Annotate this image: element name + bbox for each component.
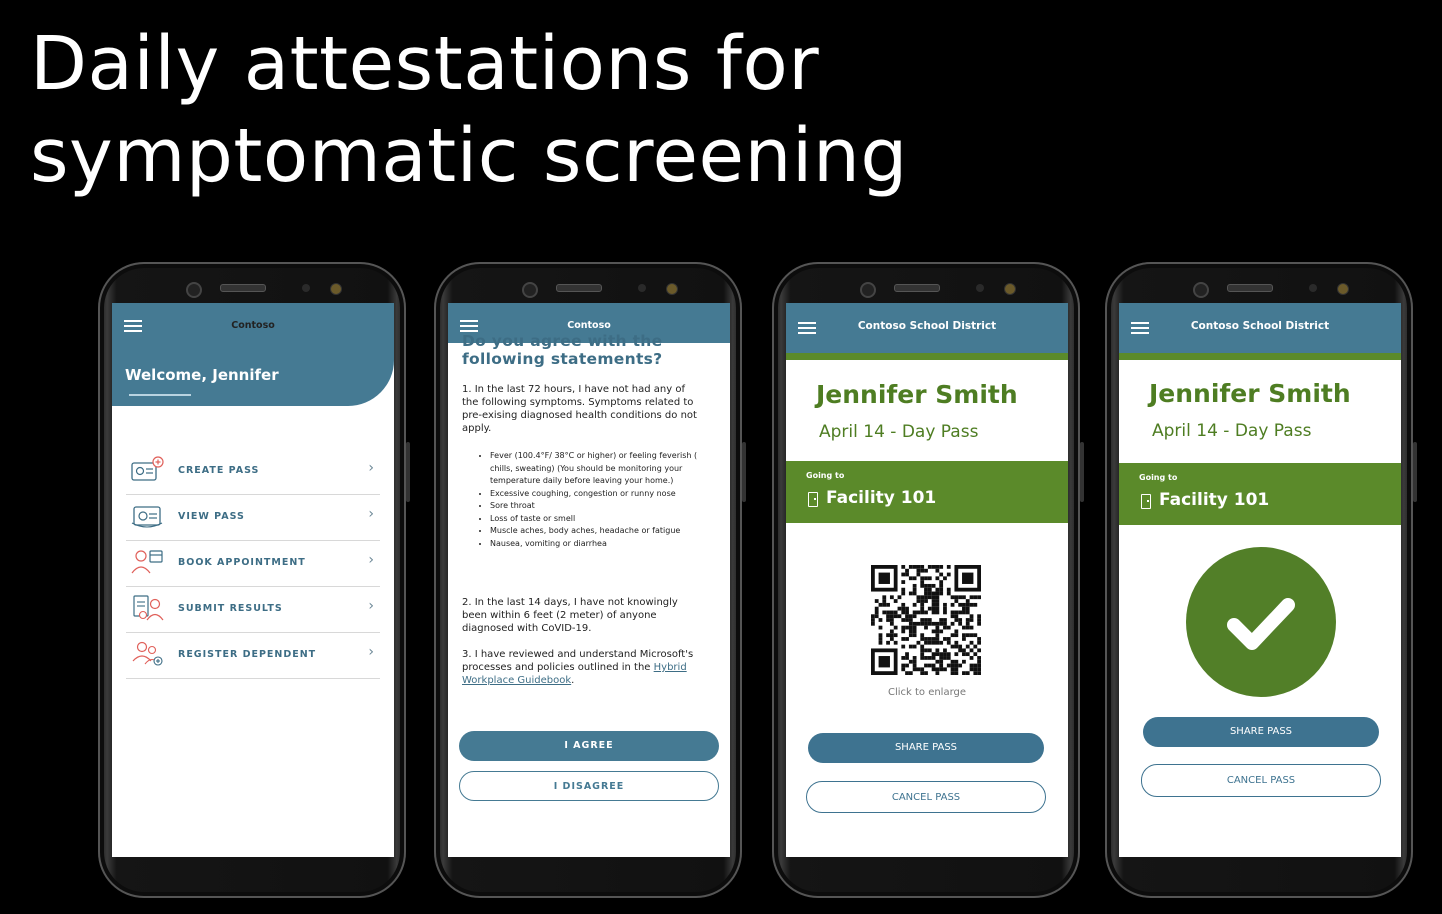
app-title: Contoso School District [1190,320,1330,332]
side-button[interactable] [742,442,746,502]
door-icon [808,492,818,507]
chevron-right-icon: › [368,644,374,660]
earpiece [556,284,602,292]
app-bar: Contoso School District [786,303,1068,353]
app-title: Contoso [231,320,275,331]
statement-3-end: . [571,675,575,686]
chevron-right-icon: › [368,598,374,614]
attestation-screen: Contoso Do you agree with the following … [448,303,730,857]
pass-holder-name: Jennifer Smith [816,380,1018,409]
header-accent [786,353,1068,360]
sensor [976,284,984,292]
menu-item-label: REGISTER DEPENDENT [178,649,317,660]
front-camera [1193,282,1209,298]
symptom-item: Nausea, vomiting or diarrhea [490,538,716,551]
menu-item-label: CREATE PASS [178,465,260,476]
menu-item-register-dependent[interactable]: REGISTER DEPENDENT › [126,633,380,679]
share-pass-button[interactable]: SHARE PASS [1143,717,1379,747]
statement-2: 2. In the last 14 days, I have not knowi… [462,597,678,634]
destination-band: Going to Facility 101 [786,461,1068,523]
earpiece [220,284,266,292]
front-camera [186,282,202,298]
menu-item-label: VIEW PASS [178,511,245,522]
app-title: Contoso School District [857,320,997,332]
front-camera [522,282,538,298]
sensor [1309,284,1317,292]
sensor-2 [1337,283,1349,295]
side-button[interactable] [406,442,410,502]
sensor-2 [1004,283,1016,295]
chevron-right-icon: › [368,460,374,476]
header-accent [1119,353,1401,360]
welcome-header: Contoso Welcome, Jennifer [112,303,394,406]
question-heading: Do you agree with the following statemen… [462,332,663,368]
welcome-underline [129,394,191,396]
app-title: Contoso [567,320,611,331]
chevron-right-icon: › [368,552,374,568]
pass-date: April 14 - Day Pass [1152,421,1312,441]
register-dependent-icon [132,641,163,666]
disagree-button[interactable]: I DISAGREE [459,771,719,801]
share-pass-button[interactable]: SHARE PASS [808,733,1044,763]
symptom-item: Excessive coughing, congestion or runny … [490,488,716,501]
phone-attestation: Contoso Do you agree with the following … [434,262,746,898]
pass-qr-screen: Contoso School District Jennifer Smith A… [786,303,1068,857]
sensor [638,284,646,292]
app-bar: Contoso School District [1119,303,1401,353]
pass-holder-name: Jennifer Smith [1149,379,1351,408]
welcome-text: Welcome, Jennifer [125,366,279,384]
phone-home: Contoso Welcome, Jennifer CREATE PASS › [98,262,410,898]
sensor-2 [666,283,678,295]
cancel-pass-button[interactable]: CANCEL PASS [1141,764,1381,797]
menu-item-submit-results[interactable]: SUBMIT RESULTS › [126,587,380,633]
cancel-pass-button[interactable]: CANCEL PASS [806,781,1046,813]
submit-results-icon [133,595,164,621]
enlarge-hint[interactable]: Click to enlarge [786,687,1068,698]
symptom-list: Fever (100.4°F/ 38°C or higher) or feeli… [482,450,716,550]
menu-item-label: BOOK APPOINTMENT [178,557,306,568]
symptom-item: Fever (100.4°F/ 38°C or higher) or feeli… [490,450,716,488]
view-pass-icon [131,506,163,528]
going-to-label: Going to [806,471,845,480]
earpiece [894,284,940,292]
agree-button[interactable]: I AGREE [459,731,719,761]
side-button[interactable] [1413,442,1417,502]
qr-code[interactable] [871,565,981,675]
statement-1: 1. In the last 72 hours, I have not had … [462,384,697,434]
earpiece [1227,284,1273,292]
symptom-item: Loss of taste or smell [490,513,716,526]
front-camera [860,282,876,298]
statement-3: 3. I have reviewed and understand Micros… [462,648,710,687]
menu-item-create-pass[interactable]: CREATE PASS › [126,449,380,495]
facility-name: Facility 101 [826,488,937,508]
menu-item-book-appointment[interactable]: BOOK APPOINTMENT › [126,541,380,587]
slide-title: Daily attestations for symptomatic scree… [30,21,908,199]
sensor-2 [330,283,342,295]
create-pass-icon [131,456,164,481]
symptom-item: Muscle aches, body aches, headache or fa… [490,525,716,538]
book-appointment-icon [131,550,163,574]
phone-pass-verified: Contoso School District Jennifer Smith A… [1105,262,1417,898]
menu-item-label: SUBMIT RESULTS [178,603,283,614]
home-screen: Contoso Welcome, Jennifer CREATE PASS › [112,303,394,857]
pass-verified-screen: Contoso School District Jennifer Smith A… [1119,303,1401,857]
door-icon [1141,494,1151,509]
side-button[interactable] [1080,442,1084,502]
sensor [302,284,310,292]
destination-band: Going to Facility 101 [1119,463,1401,525]
going-to-label: Going to [1139,473,1178,482]
facility-name: Facility 101 [1159,490,1270,510]
symptom-item: Sore throat [490,500,716,513]
pass-date: April 14 - Day Pass [819,422,979,442]
phone-pass-qr: Contoso School District Jennifer Smith A… [772,262,1084,898]
checkmark-icon [1186,547,1336,697]
menu-item-view-pass[interactable]: VIEW PASS › [126,495,380,541]
chevron-right-icon: › [368,506,374,522]
home-menu: CREATE PASS › VIEW PASS › BOOK APPOINTME… [126,449,380,679]
